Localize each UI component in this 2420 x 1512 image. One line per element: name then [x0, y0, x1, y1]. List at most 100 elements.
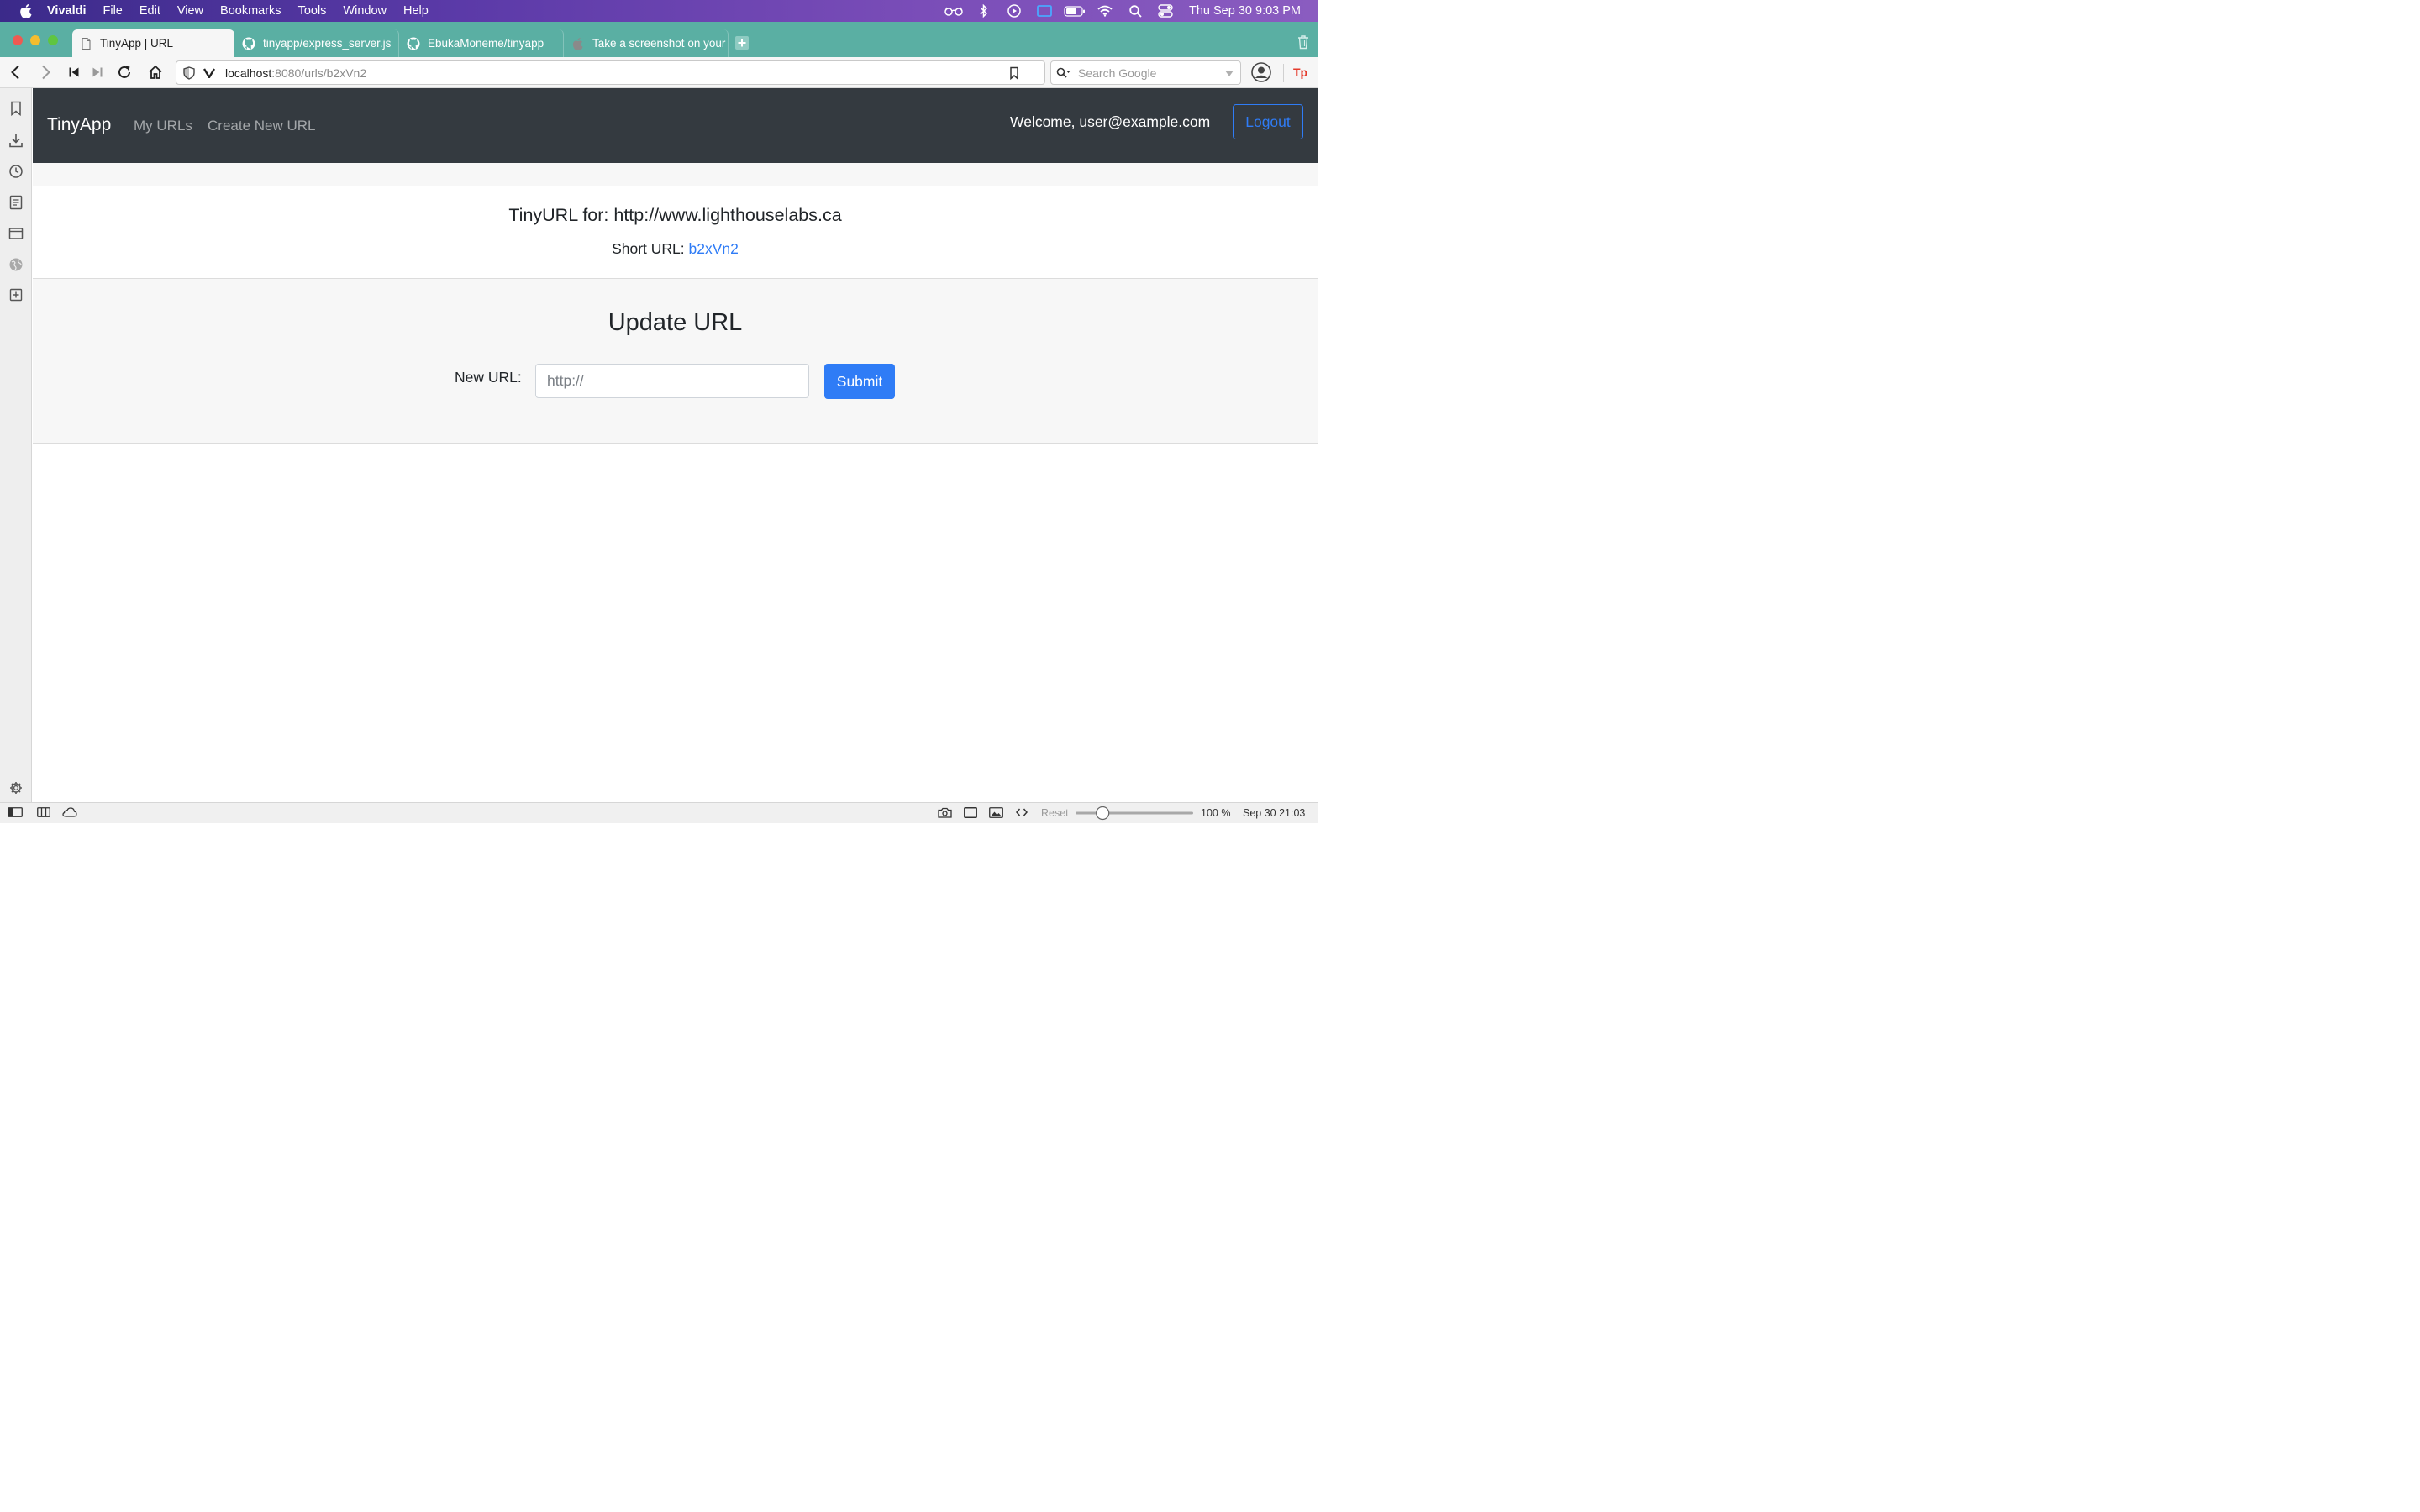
screen-mirroring-icon[interactable] — [1029, 5, 1060, 17]
back-arrow-icon[interactable] — [7, 64, 24, 81]
tab-tiling-icon[interactable] — [37, 807, 50, 817]
welcome-message: Welcome, user@example.com — [1010, 113, 1211, 130]
toggle-panel-icon[interactable] — [8, 807, 23, 817]
capture-camera-icon[interactable] — [938, 807, 952, 818]
toolbar-divider — [1283, 64, 1284, 82]
home-icon[interactable] — [147, 64, 164, 81]
github-icon — [242, 37, 255, 50]
apple-menu-icon[interactable] — [18, 3, 34, 18]
browser-side-panel — [0, 88, 32, 802]
rewind-icon[interactable] — [66, 64, 82, 81]
shield-icon[interactable] — [183, 66, 195, 80]
nav-my-urls[interactable]: My URLs — [134, 118, 192, 134]
new-tab-button[interactable] — [734, 35, 750, 50]
logout-button[interactable]: Logout — [1233, 104, 1303, 139]
page-actions-code-icon[interactable] — [1016, 807, 1028, 817]
page-icon — [79, 37, 92, 50]
zoom-slider[interactable] — [1075, 806, 1194, 821]
menu-bookmarks[interactable]: Bookmarks — [220, 4, 281, 18]
new-url-label: New URL: — [455, 369, 522, 386]
profile-avatar-icon[interactable] — [1251, 62, 1271, 82]
app-navbar: TinyApp My URLs Create New URL Welcome, … — [33, 88, 1318, 163]
battery-icon[interactable] — [1060, 5, 1090, 17]
reload-icon[interactable] — [116, 64, 133, 81]
vivaldi-logo-icon — [203, 67, 215, 78]
trash-can-icon[interactable] — [1297, 34, 1310, 50]
update-url-section: Update URL New URL: Submit — [33, 279, 1318, 444]
zoom-reset-button[interactable]: Reset — [1041, 807, 1069, 819]
tab-title: TinyApp | URL — [100, 37, 174, 50]
notes-panel-icon[interactable] — [8, 194, 24, 211]
submit-button[interactable]: Submit — [824, 364, 895, 399]
bookmark-page-icon[interactable] — [1009, 66, 1019, 80]
window-panel-icon[interactable] — [8, 225, 24, 242]
page-tiling-icon[interactable] — [964, 807, 977, 818]
url-path: :8080/urls/b2xVn2 — [271, 66, 367, 80]
spotlight-search-icon[interactable] — [1120, 4, 1150, 18]
url-host: localhost:8080/urls/b2xVn2 — [225, 66, 367, 80]
browser-status-bar: Reset 100 % Sep 30 21:03 — [0, 802, 1318, 823]
wifi-icon[interactable] — [1090, 5, 1120, 17]
search-dropdown-icon[interactable] — [1225, 71, 1234, 76]
svg-text:Tp: Tp — [1293, 66, 1307, 79]
url-field[interactable]: localhost:8080/urls/b2xVn2 — [176, 60, 1063, 85]
bluetooth-icon[interactable] — [969, 4, 999, 18]
downloads-panel-icon[interactable] — [8, 132, 24, 149]
card-header — [33, 163, 1318, 186]
github-icon — [407, 37, 420, 50]
macos-menu-bar: Vivaldi File Edit View Bookmarks Tools W… — [0, 0, 1318, 22]
settings-gear-icon[interactable] — [8, 780, 24, 796]
menu-file[interactable]: File — [103, 4, 122, 18]
web-panel-globe-icon[interactable] — [8, 256, 24, 273]
tab-express-server[interactable]: tinyapp/express_server.js — [235, 29, 399, 57]
extension-tp-icon[interactable]: Tp — [1293, 64, 1310, 81]
search-placeholder: Search Google — [1078, 66, 1157, 80]
menu-clock[interactable]: Thu Sep 30 9:03 PM — [1189, 4, 1301, 18]
search-engine-icon[interactable] — [1056, 67, 1071, 79]
tab-ebukamoneme-tinyapp[interactable]: EbukaMoneme/tinyapp — [400, 29, 564, 57]
bookmarks-panel-icon[interactable] — [8, 100, 24, 117]
sync-cloud-icon[interactable] — [62, 807, 77, 817]
menu-edit[interactable]: Edit — [139, 4, 160, 18]
window-minimize-button[interactable] — [30, 35, 40, 45]
menu-view[interactable]: View — [177, 4, 203, 18]
control-center-icon[interactable] — [1150, 4, 1181, 18]
zoom-slider-track[interactable] — [1075, 806, 1194, 821]
app-brand[interactable]: TinyApp — [47, 115, 111, 135]
browser-tab-bar: TinyApp | URL tinyapp/express_server.js … — [0, 22, 1318, 57]
short-url-link[interactable]: b2xVn2 — [689, 240, 739, 257]
tinyurl-title: TinyURL for: http://www.lighthouselabs.c… — [508, 205, 842, 225]
tab-title: Take a screenshot on your — [592, 37, 726, 50]
tab-take-screenshot[interactable]: Take a screenshot on your — [565, 29, 729, 57]
menu-extras: Thu Sep 30 9:03 PM — [939, 0, 1318, 22]
tab-tinyapp-url[interactable]: TinyApp | URL — [72, 29, 234, 57]
short-url-line: Short URL: b2xVn2 — [33, 240, 1318, 258]
forward-arrow-icon[interactable] — [38, 64, 55, 81]
short-url-label: Short URL: — [612, 240, 685, 257]
web-page: TinyApp My URLs Create New URL Welcome, … — [33, 88, 1318, 802]
apple-icon — [571, 37, 585, 50]
new-url-input[interactable] — [535, 364, 809, 398]
menu-help[interactable]: Help — [403, 4, 429, 18]
menu-app-name[interactable]: Vivaldi — [47, 4, 86, 18]
reader-glasses-icon[interactable] — [939, 6, 969, 16]
status-clock: Sep 30 21:03 — [1243, 807, 1306, 819]
add-web-panel-icon[interactable] — [8, 286, 24, 303]
images-toggle-icon[interactable] — [989, 807, 1003, 818]
url-detail-card: TinyURL for: http://www.lighthouselabs.c… — [33, 186, 1318, 279]
history-panel-icon[interactable] — [8, 163, 24, 180]
tab-title: tinyapp/express_server.js — [263, 37, 392, 50]
update-url-heading: Update URL — [608, 309, 743, 336]
browser-address-bar: localhost:8080/urls/b2xVn2 Search Google… — [0, 57, 1318, 88]
menu-window[interactable]: Window — [343, 4, 387, 18]
nav-create-new-url[interactable]: Create New URL — [208, 118, 316, 134]
zoom-level: 100 % — [1201, 807, 1231, 819]
zoom-slider-thumb[interactable] — [1096, 806, 1110, 821]
menu-tools[interactable]: Tools — [298, 4, 327, 18]
search-field[interactable]: Search Google — [1050, 60, 1241, 85]
tab-title: EbukaMoneme/tinyapp — [428, 37, 544, 50]
media-play-icon[interactable] — [999, 4, 1029, 18]
window-close-button[interactable] — [13, 35, 23, 45]
fast-forward-icon[interactable] — [89, 64, 106, 81]
window-maximize-button[interactable] — [48, 35, 58, 45]
